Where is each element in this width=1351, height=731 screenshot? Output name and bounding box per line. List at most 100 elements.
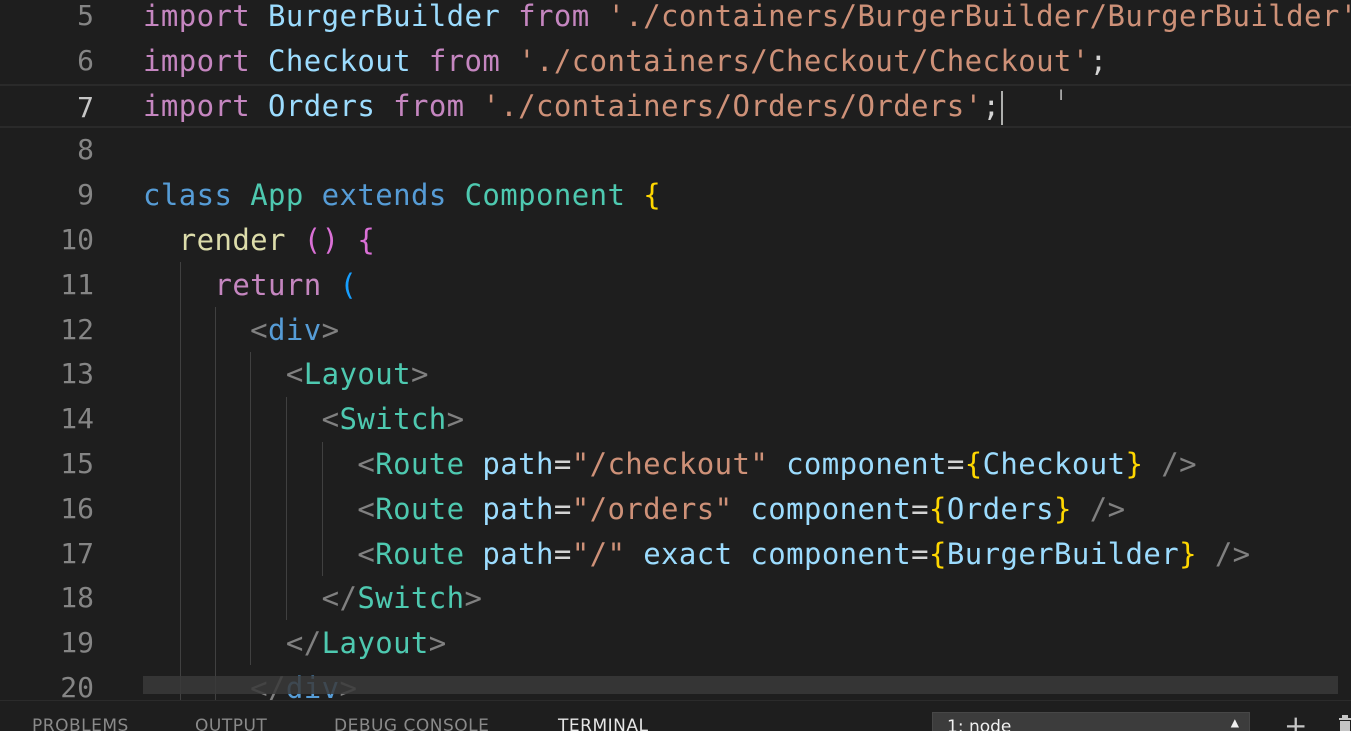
code-line[interactable]: 19 </Layout> (0, 621, 1351, 666)
line-number: 20 (60, 671, 94, 700)
line-number: 18 (60, 581, 94, 615)
bracket: { (643, 178, 662, 213)
line-number: 8 (77, 133, 94, 167)
tab-terminal[interactable]: TERMINAL (558, 716, 648, 731)
code-line[interactable]: 12 <div> (0, 308, 1351, 353)
tab-output[interactable]: OUTPUT (195, 716, 267, 731)
bracket: { (357, 223, 376, 257)
identifier: Checkout (268, 43, 411, 78)
code-line[interactable]: 10 render () { (0, 218, 1351, 263)
equals: = (911, 536, 929, 571)
code-line[interactable]: 17 <Route path="/" exact component={Burg… (0, 532, 1351, 577)
line-code: return ( (143, 263, 357, 308)
string-literal: "/" (571, 536, 626, 571)
code-line[interactable]: 9 class App extends Component { (0, 173, 1351, 218)
bracket: { (929, 536, 947, 571)
code-line[interactable]: 6 import Checkout from './containers/Che… (0, 39, 1351, 84)
bracket: } (1125, 447, 1144, 481)
line-number: 13 (60, 357, 94, 391)
tag-name: Layout (321, 626, 429, 661)
equals: = (553, 491, 572, 526)
plus-icon[interactable]: + (1284, 709, 1307, 731)
semicolon: ; (982, 88, 1001, 123)
tag-name: Switch (357, 581, 465, 616)
attribute-name: component (750, 536, 912, 571)
tag-punct: </ (321, 581, 358, 616)
attribute-name: path (482, 536, 554, 571)
indent-guide (322, 442, 323, 576)
tag-punct: /> (1089, 491, 1126, 526)
chevron-down-icon: ▲ (1230, 715, 1239, 731)
line-number: 6 (77, 43, 94, 77)
class-name: Component (464, 178, 626, 213)
keyword-import: import (143, 43, 251, 78)
equals: = (946, 447, 965, 481)
trash-icon[interactable] (1338, 715, 1351, 731)
line-number: 17 (60, 536, 94, 570)
string-literal: './containers/Orders/Orders' (482, 88, 983, 123)
indent-guide (180, 262, 181, 700)
line-code: import BurgerBuilder from './containers/… (143, 0, 1351, 39)
keyword-class: class (143, 178, 233, 213)
tag-punct: /> (1214, 536, 1251, 571)
line-code: </Layout> (143, 621, 447, 666)
equals: = (553, 536, 572, 571)
line-number: 19 (60, 626, 94, 660)
horizontal-scrollbar[interactable] (143, 676, 1338, 694)
indent-guide (215, 307, 216, 700)
tag-name: Switch (339, 402, 447, 437)
code-line[interactable]: 8 (0, 128, 1351, 173)
ibeam-cursor-icon: I (1059, 88, 1064, 104)
tag-punct: > (464, 581, 483, 616)
tag-punct: < (250, 312, 269, 347)
code-line[interactable]: 11 return ( (0, 263, 1351, 308)
keyword-import: import (143, 0, 251, 33)
attribute-name: path (482, 447, 554, 481)
tag-punct: > (410, 357, 429, 392)
tag-punct: /> (1161, 447, 1197, 481)
code-line[interactable]: 14 <Switch> (0, 397, 1351, 442)
identifier: Checkout (982, 447, 1126, 481)
identifier: Orders (268, 88, 376, 123)
identifier: BurgerBuilder (946, 536, 1180, 571)
line-code: </Switch> (143, 576, 482, 621)
line-code: import Orders from './containers/Orders/… (143, 84, 1004, 129)
string-literal: './containers/Checkout/Checkout' (518, 43, 1090, 78)
line-code: import Checkout from './containers/Check… (143, 39, 1108, 84)
keyword-from: from (518, 0, 590, 33)
line-number: 7 (77, 90, 94, 124)
tag-name: Layout (303, 357, 411, 392)
code-line[interactable]: 13 <Layout> (0, 352, 1351, 397)
keyword-extends: extends (321, 178, 447, 213)
line-number: 9 (77, 178, 94, 212)
tab-debug-console[interactable]: DEBUG CONSOLE (334, 716, 489, 731)
line-number: 11 (60, 267, 94, 301)
tag-punct: < (321, 402, 340, 437)
code-line[interactable]: 15 <Route path="/checkout" component={Ch… (0, 442, 1351, 487)
attribute-name: exact (643, 536, 733, 571)
attribute-name: component (750, 491, 912, 526)
code-editor[interactable]: 5 import BurgerBuilder from './container… (0, 0, 1351, 700)
tag-punct: > (428, 626, 447, 661)
code-line[interactable]: 5 import BurgerBuilder from './container… (0, 0, 1351, 39)
tag-punct: < (357, 536, 376, 571)
text-cursor (1001, 90, 1004, 125)
keyword-from: from (393, 88, 465, 123)
line-number: 16 (60, 491, 94, 525)
code-line[interactable]: 18 </Switch> (0, 576, 1351, 621)
line-code: <Switch> (143, 397, 465, 442)
tag-name: Route (375, 491, 465, 526)
line-code: <Route path="/orders" component={Orders}… (143, 487, 1126, 532)
identifier: Orders (946, 491, 1055, 526)
string-literal: "/orders" (571, 491, 733, 526)
terminal-select[interactable]: 1: node ▲ (932, 712, 1250, 731)
tag-punct: < (285, 357, 304, 392)
code-line-current[interactable]: 7 import Orders from './containers/Order… (0, 83, 1351, 129)
semicolon: ; (1089, 43, 1108, 78)
line-code: <Route path="/" exact component={BurgerB… (143, 532, 1251, 577)
indent-guide (286, 397, 287, 620)
line-number: 12 (60, 312, 94, 346)
code-line[interactable]: 16 <Route path="/orders" component={Orde… (0, 487, 1351, 532)
class-name: App (250, 178, 304, 213)
tab-problems[interactable]: PROBLEMS (32, 716, 129, 731)
